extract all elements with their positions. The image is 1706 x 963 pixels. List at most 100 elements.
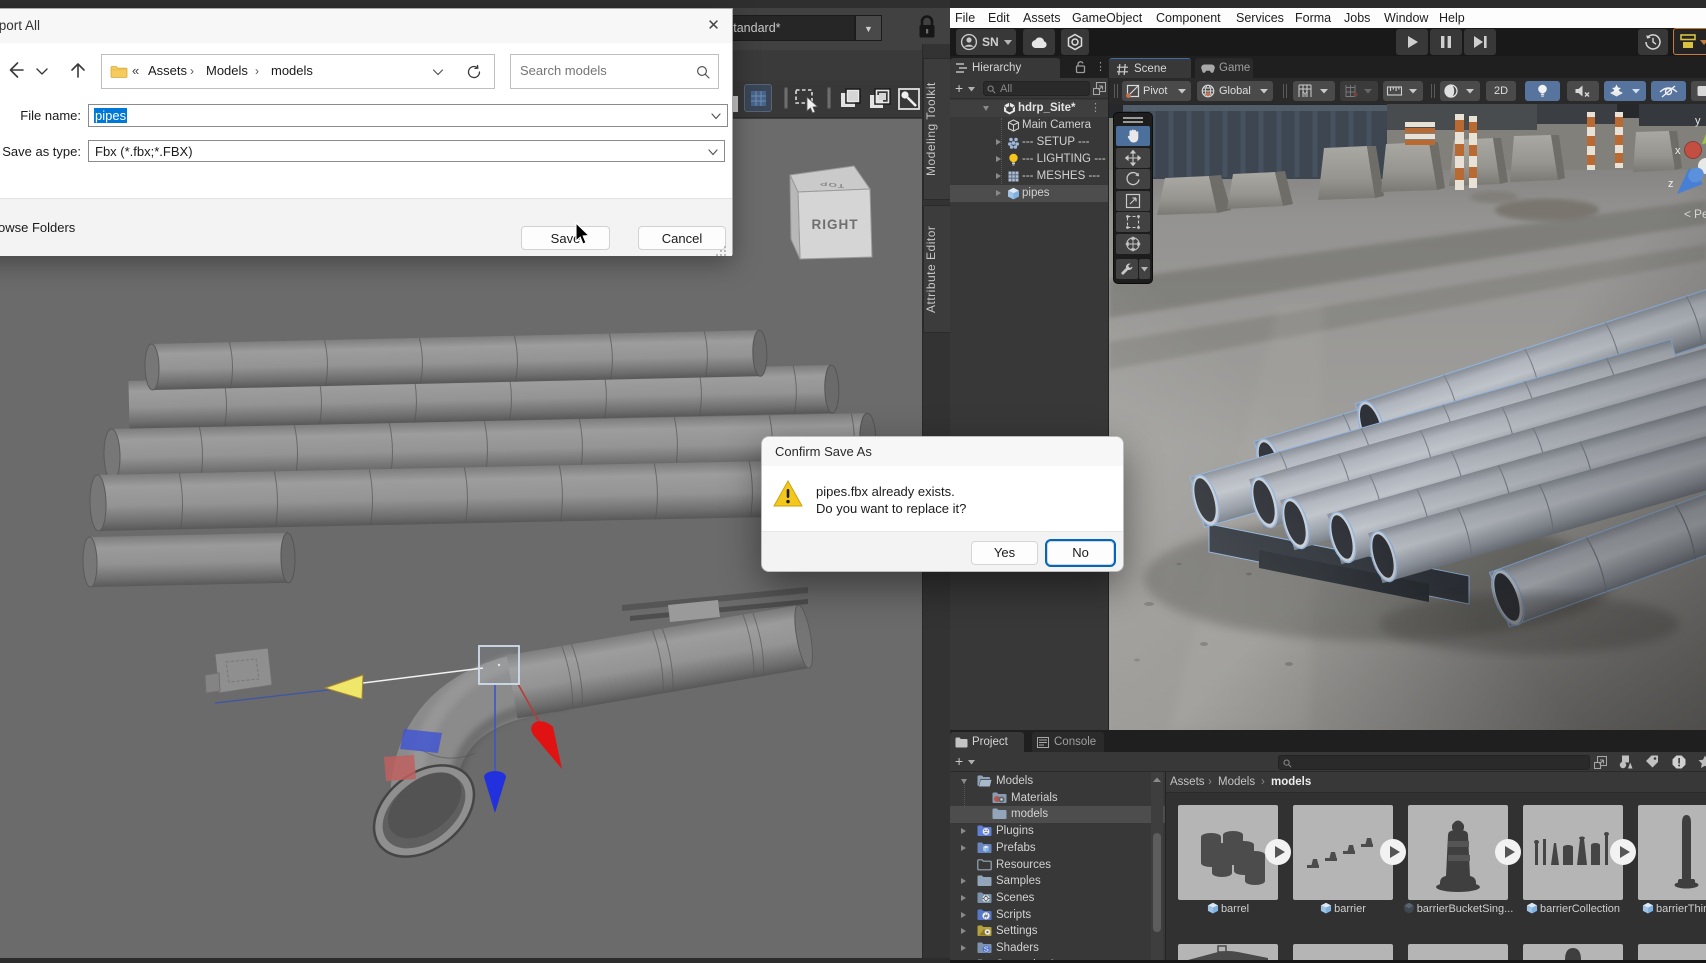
asset-tile-row2[interactable] [1178,944,1278,960]
asset-label[interactable]: barrierCollection [1517,902,1629,916]
hierarchy-row-meshes[interactable]: --- MESHES --- [950,168,1108,185]
yes-button[interactable]: Yes [971,541,1038,565]
move-tool-button[interactable] [1116,148,1150,168]
expand-arrow-icon[interactable] [996,156,1001,162]
tab-console[interactable]: Console [1032,732,1104,752]
back-icon[interactable] [3,57,29,83]
scene-kebab-icon[interactable]: ⋮ [1090,100,1101,117]
lock-icon[interactable] [916,13,938,41]
resize-grip[interactable] [715,245,727,257]
save-button[interactable]: Save [521,226,610,250]
tab-hierarchy[interactable]: Hierarchy [950,58,1060,78]
scene-camera-button[interactable] [1691,81,1706,101]
project-add-button[interactable]: + [955,753,963,769]
tree-row-scripts[interactable]: # Scripts [950,907,1165,924]
cloud-button[interactable] [1023,29,1055,55]
version-control-button[interactable] [1061,29,1089,55]
menu-jobs[interactable]: Jobs [1344,8,1370,28]
maya-workspace-arrow[interactable]: ▼ [855,15,882,41]
tree-scrollbar[interactable] [1151,772,1163,960]
scene-effects-button[interactable] [1604,81,1646,101]
menu-services[interactable]: Services [1236,8,1284,28]
asset-tile-barrier-collection[interactable] [1523,805,1623,900]
project-search-input[interactable] [1278,755,1590,770]
tree-row-settings[interactable]: Settings [950,923,1165,940]
address-bar[interactable]: « Assets › Models › models [101,54,495,89]
account-button[interactable]: SN [956,29,1016,55]
asset-label[interactable]: barrierBucketSing... [1402,902,1514,916]
expand-arrow-icon[interactable] [961,912,966,918]
scene-lighting-button[interactable] [1525,81,1560,101]
search-box[interactable]: Search models [510,54,719,89]
shading-mode-button[interactable] [1440,81,1480,101]
hierarchy-row-lighting[interactable]: --- LIGHTING --- [950,151,1108,168]
pivot-button[interactable]: Pivot [1122,81,1191,101]
crumb-assets[interactable]: Assets [1170,772,1205,793]
tree-row-samples[interactable]: Samples [950,873,1165,890]
breadcrumb-models[interactable]: Models [206,63,248,78]
maya-lasso-tool[interactable] [894,84,922,112]
search-window-icon[interactable] [1594,756,1607,769]
file-name-input[interactable]: pipes [88,104,728,127]
maya-move-icon-b[interactable] [865,84,893,112]
menu-forma[interactable]: Forma [1295,8,1331,28]
menu-assets[interactable]: Assets [1023,8,1061,28]
hierarchy-kebab-icon[interactable]: ⋮ [1095,60,1099,74]
asset-tile-row2[interactable] [1638,944,1706,960]
maya-workspace-dropdown[interactable]: standard* [714,15,855,41]
menu-help[interactable]: Help [1439,8,1465,28]
asset-tile-row2[interactable] [1408,944,1508,960]
expand-arrow-icon[interactable] [961,845,966,851]
maya-select-tool[interactable] [792,84,820,112]
global-button[interactable]: Global [1197,81,1273,101]
browse-folders-label[interactable]: Browse Folders [0,220,75,235]
search-window-icon[interactable] [1093,82,1106,95]
save-type-select[interactable]: Fbx (*.fbx;*.FBX) [88,140,725,162]
close-icon[interactable]: ✕ [693,10,734,42]
undo-history-button[interactable] [1638,29,1668,55]
maya-tab-modeling-toolkit[interactable]: Modeling Toolkit [923,58,951,200]
expand-arrow-icon[interactable] [961,895,966,901]
step-button[interactable] [1464,29,1496,55]
hierarchy-row-scene[interactable]: hdrp_Site* ⋮ [950,100,1108,117]
tree-row-shaders[interactable]: S Shaders [950,940,1165,957]
expand-arrow-icon[interactable] [961,878,966,884]
hierarchy-search-input[interactable]: All [983,81,1090,96]
scene-audio-button[interactable] [1567,81,1599,101]
cancel-button[interactable]: Cancel [638,226,726,250]
menu-file[interactable]: File [955,8,975,28]
asset-tile-row2[interactable] [1293,944,1393,960]
expand-arrow-icon[interactable] [996,190,1001,196]
tab-scene[interactable]: Scene [1109,58,1191,78]
asset-tile-barrel[interactable] [1178,805,1278,900]
menu-edit[interactable]: Edit [988,8,1010,28]
file-name-chevron-icon[interactable] [709,109,723,123]
toggle-2d-button[interactable]: 2D [1486,81,1516,101]
expand-arrow-icon[interactable] [961,828,966,834]
tree-row-models[interactable]: Models [950,773,1165,790]
expand-arrow-icon[interactable] [983,106,989,114]
refresh-icon[interactable] [465,63,483,81]
menu-component[interactable]: Component [1156,8,1221,28]
tree-row-prefabs[interactable]: Prefabs [950,840,1165,857]
tree-row-materials[interactable]: Materials [950,790,1165,807]
hierarchy-row-pipes[interactable]: pipes [950,185,1108,202]
asset-tile-barrier-thin[interactable] [1638,805,1706,900]
breadcrumb-chevrons[interactable]: « [132,63,139,78]
tab-project[interactable]: Project [950,732,1024,752]
crumb-models-lower[interactable]: models [1271,772,1311,793]
transform-tool-button[interactable] [1116,234,1150,254]
asset-play-button[interactable] [1265,839,1291,865]
add-object-button[interactable]: + [955,80,963,96]
crumb-models[interactable]: Models [1218,772,1255,793]
breadcrumb-models-lower[interactable]: models [271,63,313,78]
label-filter-icon[interactable] [1645,755,1659,769]
expand-arrow-icon[interactable] [996,139,1001,145]
favorites-star-icon[interactable] [1698,755,1706,769]
address-chevron-down-icon[interactable] [430,64,446,80]
measure-button[interactable] [1383,81,1423,101]
custom-tool-chevron-button[interactable] [1139,259,1150,279]
play-button[interactable] [1396,29,1428,55]
type-filter-icon[interactable] [1619,755,1633,769]
asset-tile-barrier-bucket[interactable] [1408,805,1508,900]
